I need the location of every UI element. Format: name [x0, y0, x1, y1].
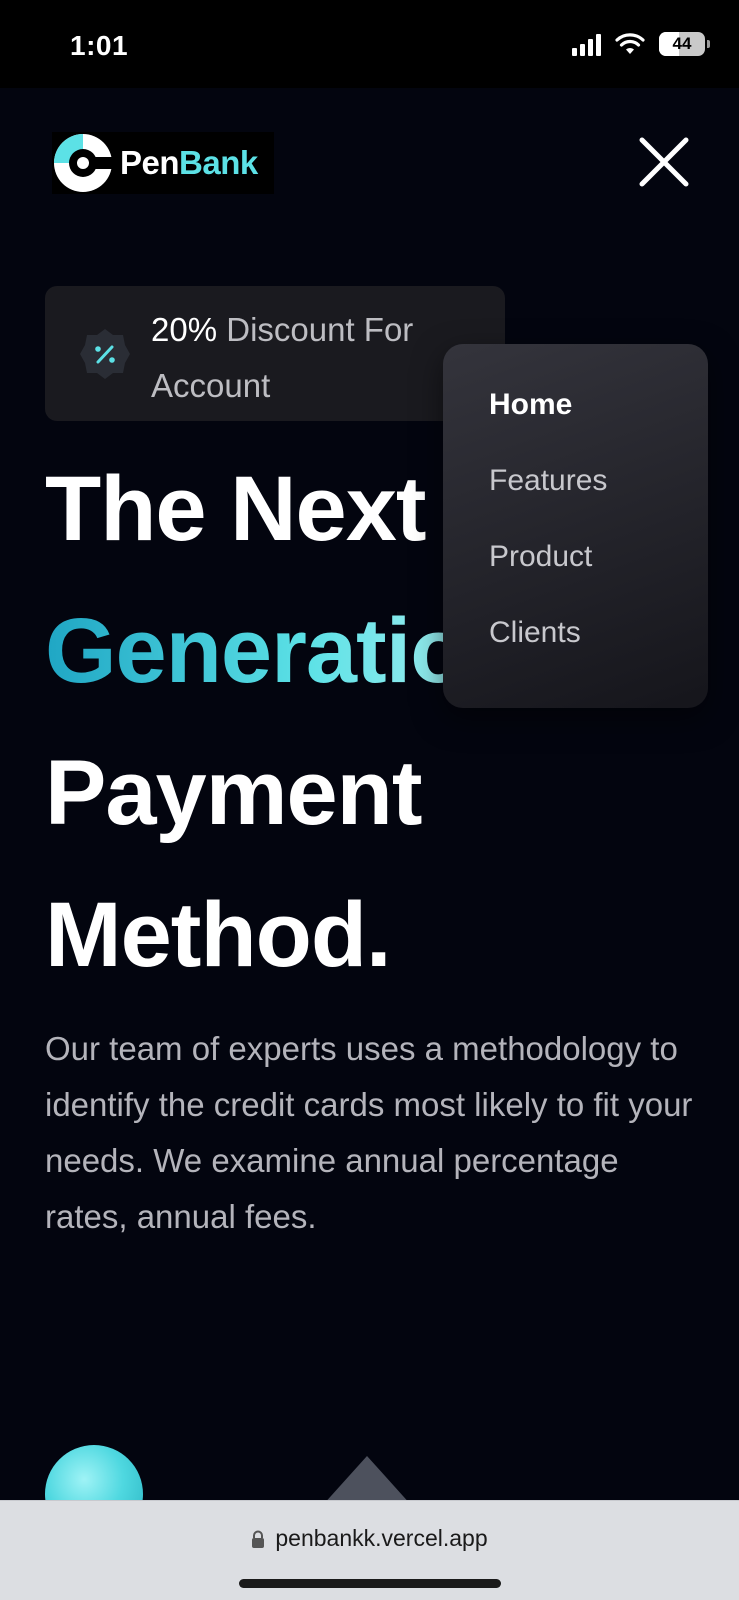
close-icon[interactable]: [636, 134, 692, 190]
discount-text: 20% Discount For Account: [151, 302, 491, 414]
logo-mark-icon: [54, 134, 114, 192]
battery-level: 44: [672, 34, 692, 53]
discount-label-line2: Account: [151, 367, 271, 404]
hero-line-4: Method.: [45, 884, 392, 986]
home-indicator[interactable]: [239, 1579, 501, 1588]
percent-badge-icon: [80, 329, 130, 379]
discount-label: Discount For: [226, 311, 414, 348]
decorative-triangle: [322, 1456, 412, 1500]
status-bar: 1:01 44: [0, 0, 739, 88]
menu-item-product[interactable]: Product: [489, 540, 592, 574]
url-row[interactable]: penbankk.vercel.app: [0, 1525, 739, 1552]
discount-banner: 20% Discount For Account: [45, 286, 505, 421]
brand-logo[interactable]: PenBank: [52, 132, 274, 194]
hero-description: Our team of experts uses a methodology t…: [45, 1030, 693, 1235]
status-time: 1:01: [70, 30, 129, 61]
signal-icon: [572, 32, 601, 56]
browser-address-bar[interactable]: penbankk.vercel.app: [0, 1500, 739, 1600]
brand-name: PenBank: [120, 144, 258, 182]
wifi-icon: [615, 33, 645, 54]
menu-item-home[interactable]: Home: [489, 388, 572, 422]
url-text[interactable]: penbankk.vercel.app: [275, 1525, 487, 1552]
brand-name-part1: Pen: [120, 144, 180, 181]
menu-item-features[interactable]: Features: [489, 464, 607, 498]
battery-icon: 44: [659, 32, 710, 56]
discount-highlight: 20%: [151, 311, 218, 348]
hero-line-3: Payment: [45, 742, 422, 844]
menu-item-clients[interactable]: Clients: [489, 616, 581, 650]
lock-icon: [252, 1530, 265, 1548]
nav-dropdown-menu: Home Features Product Clients: [443, 344, 708, 708]
page-content: PenBank 20% Discount For Account The Nex…: [0, 88, 739, 1500]
brand-name-part2: Bank: [179, 144, 258, 181]
status-icons: 44: [572, 32, 710, 56]
decorative-sphere: [45, 1445, 143, 1500]
